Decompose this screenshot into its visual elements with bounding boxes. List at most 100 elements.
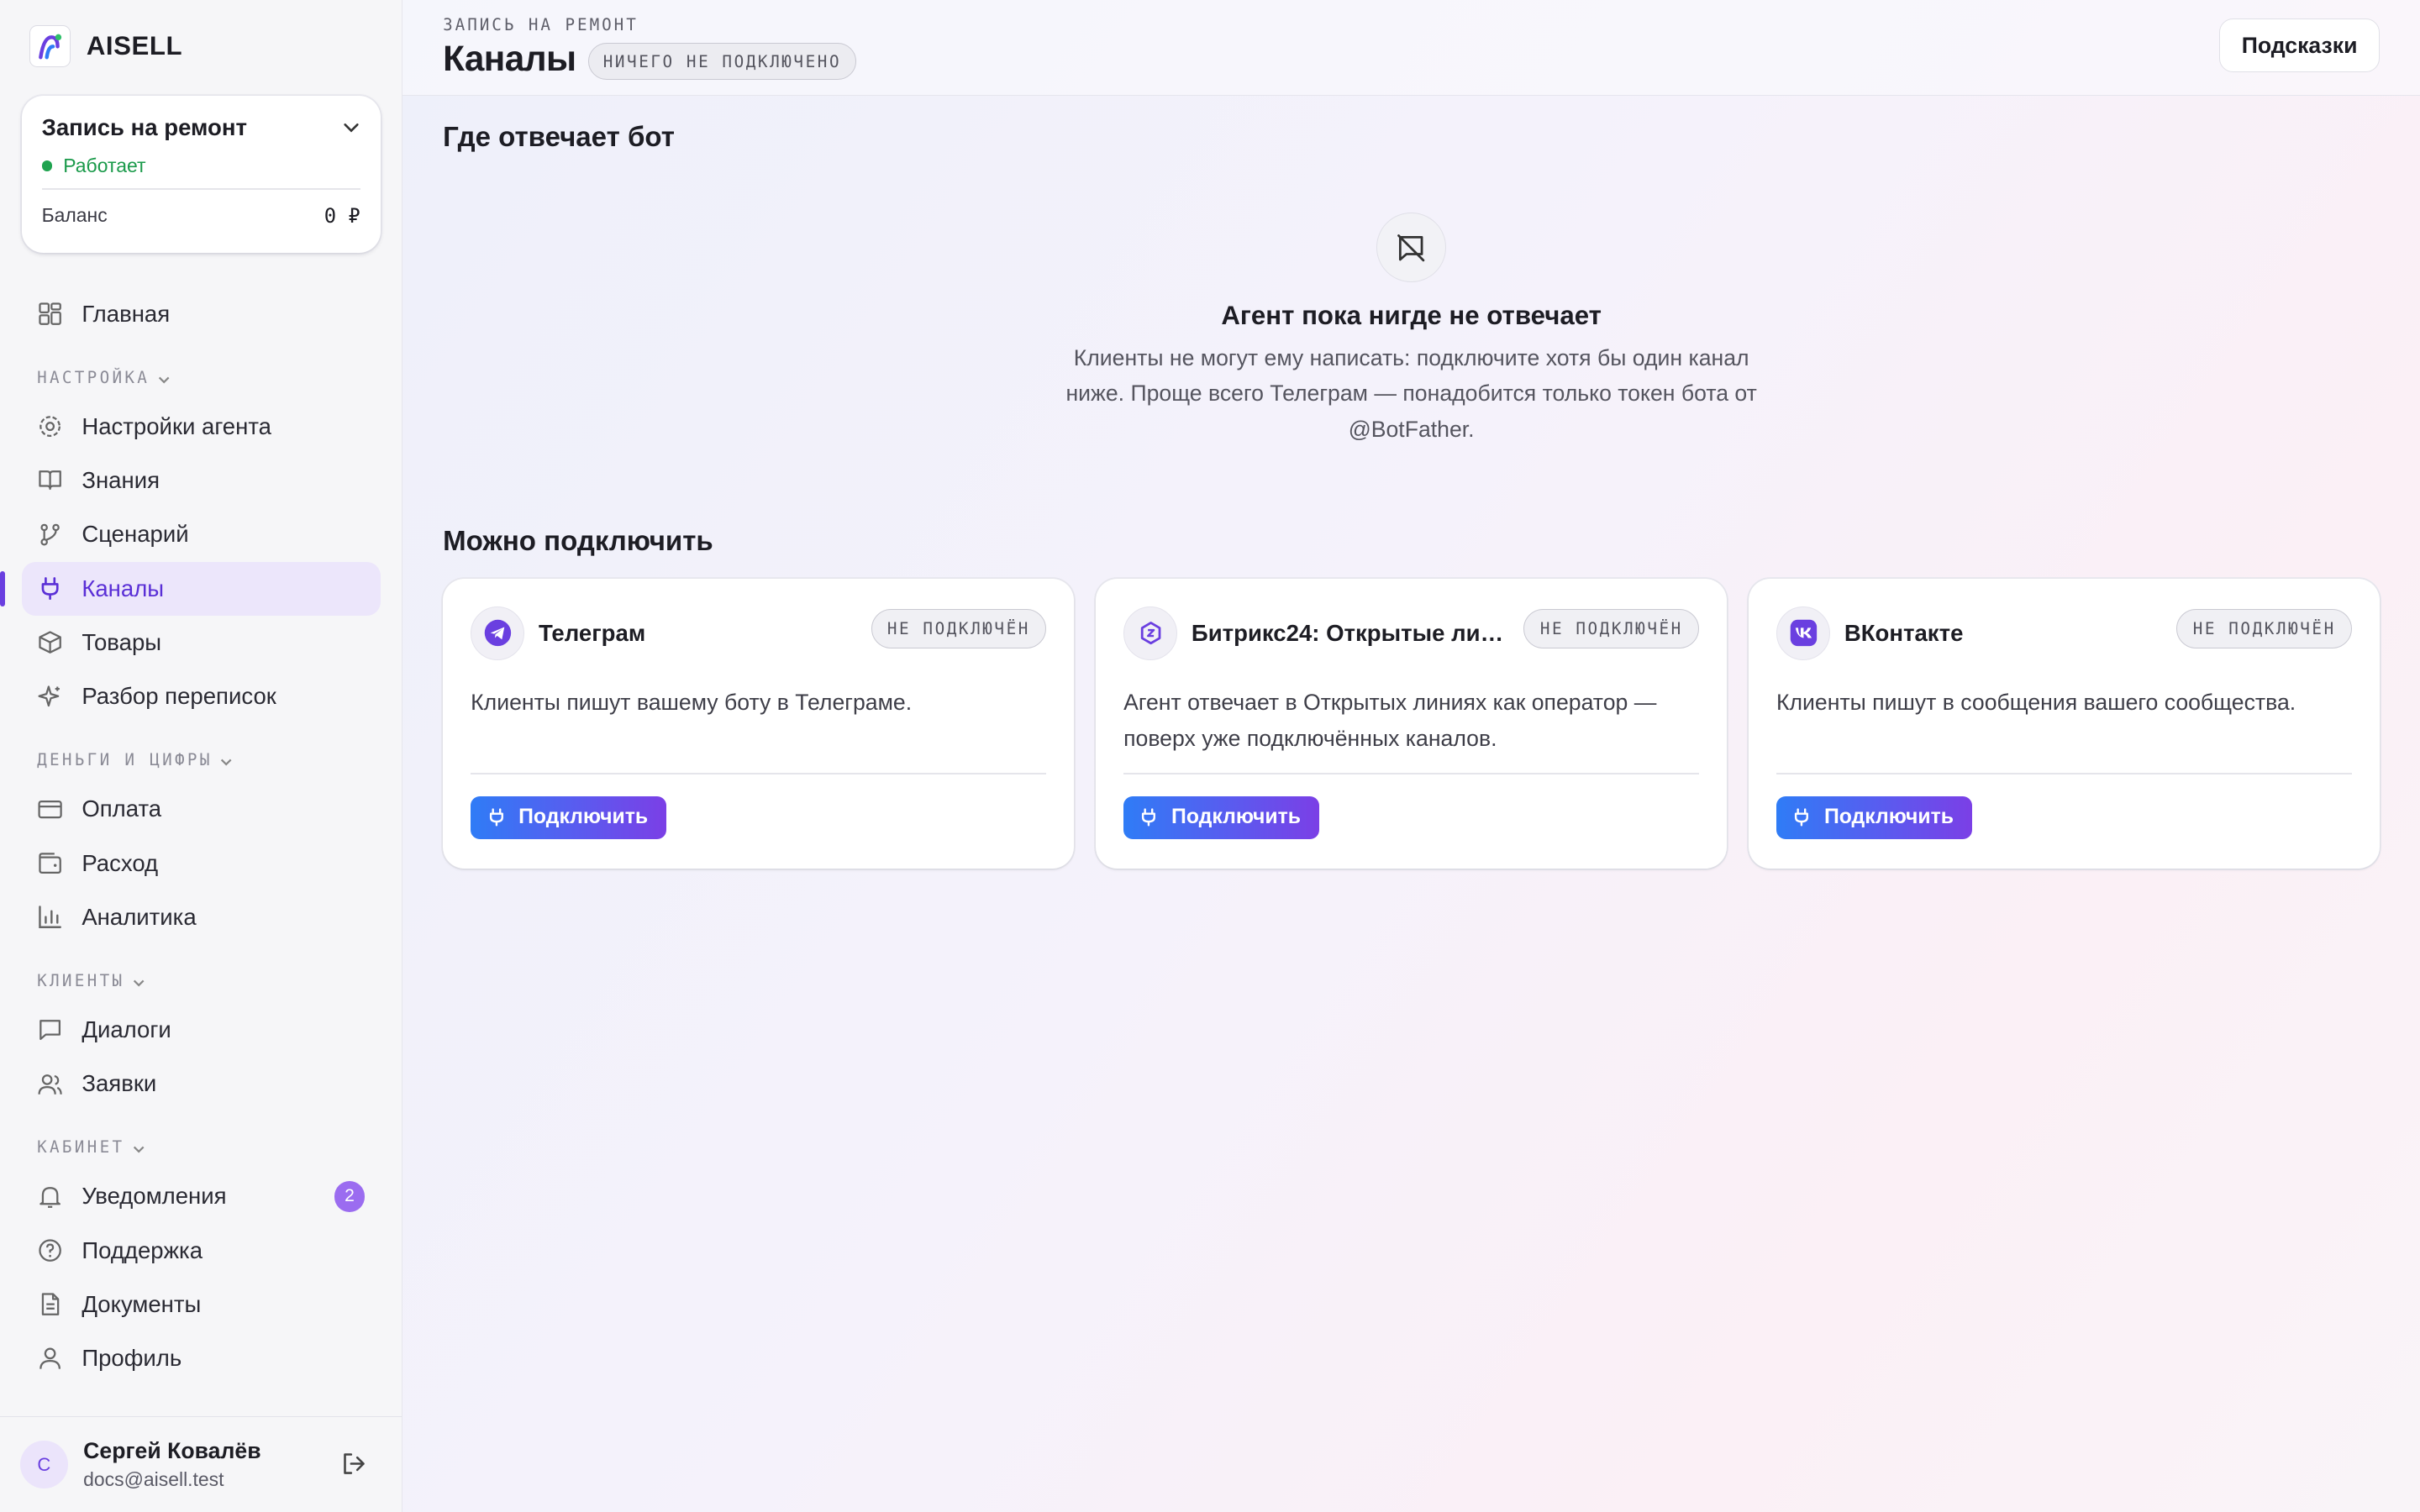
sidebar-item-products[interactable]: Товары (22, 616, 381, 669)
channel-name: ВКонтакте (1844, 619, 1964, 646)
sidebar-item-channels[interactable]: Каналы (0, 561, 381, 616)
connect-button-label: Подключить (518, 806, 649, 829)
sidebar-item-label: Товары (82, 628, 162, 655)
sidebar-item-label: Расход (82, 849, 159, 876)
chevron-down-icon (220, 759, 232, 766)
logout-icon[interactable] (340, 1450, 368, 1478)
channel-description: Агент отвечает в Открытых линиях как опе… (1123, 690, 1657, 751)
sidebar-item-profile[interactable]: Профиль (22, 1331, 381, 1385)
gear-icon (39, 416, 61, 438)
sidebar-item-payment[interactable]: Оплата (22, 782, 381, 836)
hints-button[interactable]: Подсказки (2218, 18, 2381, 73)
sidebar-item-label: Заявки (82, 1070, 157, 1097)
status-badge: НИЧЕГО НЕ ПОДКЛЮЧЕНО (588, 43, 856, 80)
message-off-icon (1376, 213, 1446, 283)
plug-icon (41, 577, 59, 601)
connect-button-label: Подключить (1171, 806, 1302, 829)
nav-section-label: КАБИНЕТ (37, 1137, 125, 1158)
title-row: Каналы НИЧЕГО НЕ ПОДКЛЮЧЕНО (443, 39, 856, 80)
channel-description: Клиенты пишут вашему боту в Телеграме. (471, 690, 913, 716)
chevron-down-icon (158, 376, 170, 384)
divider (1776, 773, 2353, 774)
sidebar-nav: Главная НАСТРОЙКА Настройки агента Знани… (0, 287, 402, 1386)
empty-state-title: Агент пока нигде не отвечает (1221, 301, 1602, 331)
git-branch-icon (40, 523, 60, 546)
page-header: ЗАПИСЬ НА РЕМОНТ Каналы НИЧЕГО НЕ ПОДКЛЮ… (402, 0, 2420, 96)
agent-selector[interactable]: Запись на ремонт Работает Баланс 0 ₽ (21, 95, 381, 254)
empty-state-text: Клиенты не могут ему написать: подключит… (1065, 345, 1757, 442)
sidebar-item-scenario[interactable]: Сценарий (22, 507, 381, 561)
channel-status-badge: НЕ ПОДКЛЮЧЁН (871, 608, 1047, 648)
sidebar-item-expense[interactable]: Расход (22, 836, 381, 890)
agent-status: Работает (41, 155, 360, 177)
sidebar-item-label: Разбор переписок (82, 683, 276, 710)
chevron-down-icon (133, 979, 145, 987)
vk-icon (1776, 606, 1831, 661)
sidebar-item-dialogs[interactable]: Диалоги (22, 1003, 381, 1057)
sidebar-item-documents[interactable]: Документы (22, 1278, 381, 1331)
bar-chart-icon (39, 906, 62, 929)
channel-name: Битрикс24: Открытые линии (1191, 619, 1512, 646)
brand[interactable]: AISELL (0, 0, 402, 92)
channel-name: Телеграм (538, 619, 646, 646)
sidebar-item-chat-review[interactable]: Разбор переписок (22, 669, 381, 723)
nav-section-money[interactable]: ДЕНЬГИ И ЦИФРЫ (22, 723, 381, 782)
main-content: ЗАПИСЬ НА РЕМОНТ Каналы НИЧЕГО НЕ ПОДКЛЮ… (402, 0, 2420, 1512)
channel-card-bitrix: Битрикс24: Открытые линии НЕ ПОДКЛЮЧЁН А… (1096, 578, 1728, 869)
sidebar-item-label: Диалоги (82, 1016, 171, 1042)
nav-section-account[interactable]: КАБИНЕТ (22, 1110, 381, 1169)
sidebar-item-support[interactable]: Поддержка (22, 1223, 381, 1277)
nav-section-setup[interactable]: НАСТРОЙКА (22, 341, 381, 400)
channel-status-badge: НЕ ПОДКЛЮЧЁН (1523, 608, 1700, 648)
nav-section-label: КЛИЕНТЫ (37, 971, 125, 991)
connect-button-label: Подключить (1823, 806, 1954, 829)
sidebar-item-label: Каналы (82, 575, 165, 601)
active-indicator (0, 570, 5, 606)
credit-card-icon (38, 800, 62, 818)
connect-telegram-button[interactable]: Подключить (471, 795, 667, 840)
agent-status-label: Работает (63, 155, 146, 177)
sidebar-item-label: Настройки агента (82, 412, 271, 439)
connect-bitrix-button[interactable]: Подключить (1123, 795, 1320, 840)
sidebar-item-knowledge[interactable]: Знания (22, 454, 381, 507)
sidebar-item-label: Знания (82, 467, 160, 494)
breadcrumb: ЗАПИСЬ НА РЕМОНТ (443, 15, 639, 35)
divider (471, 773, 1047, 774)
balance-row: Баланс 0 ₽ (42, 204, 360, 228)
plug-icon (1795, 808, 1809, 827)
sidebar-item-label: Аналитика (82, 903, 197, 930)
chevron-down-icon[interactable] (342, 118, 360, 137)
sidebar-item-label: Документы (82, 1290, 202, 1317)
sidebar-item-agent-settings[interactable]: Настройки агента (22, 400, 381, 454)
chevron-down-icon (133, 1146, 145, 1153)
status-dot-icon (41, 160, 53, 172)
connect-vk-button[interactable]: Подключить (1776, 795, 1972, 840)
section-heading-available: Можно подключить (443, 526, 713, 558)
file-text-icon (41, 1293, 60, 1316)
sidebar-item-label: Главная (82, 300, 171, 327)
nav-section-clients[interactable]: КЛИЕНТЫ (22, 944, 381, 1003)
telegram-icon (471, 606, 525, 661)
sidebar-item-requests[interactable]: Заявки (22, 1057, 381, 1110)
sidebar-item-analytics[interactable]: Аналитика (22, 890, 381, 944)
dashboard-icon (39, 302, 61, 326)
balance-label: Баланс (41, 203, 108, 226)
sidebar-item-notifications[interactable]: Уведомления 2 (22, 1169, 381, 1223)
notification-count-badge: 2 (334, 1180, 366, 1212)
channel-card-vk: ВКонтакте НЕ ПОДКЛЮЧЁН Клиенты пишут в с… (1748, 578, 2381, 869)
brand-name: AISELL (86, 31, 183, 61)
sidebar-item-label: Профиль (82, 1345, 182, 1372)
section-heading-where: Где отвечает бот (443, 122, 675, 154)
wallet-icon (39, 853, 61, 874)
sidebar-item-home[interactable]: Главная (22, 287, 381, 341)
bell-icon (39, 1186, 61, 1208)
plug-icon (489, 808, 503, 827)
nav-section-label: ДЕНЬГИ И ЦИФРЫ (37, 750, 213, 770)
channel-status-badge: НЕ ПОДКЛЮЧЁН (2176, 608, 2353, 648)
plug-icon (1142, 808, 1156, 827)
avatar[interactable]: С (19, 1441, 68, 1488)
divider (1123, 773, 1700, 774)
app-root: AISELL Запись на ремонт Работает Баланс … (0, 0, 2420, 1512)
channel-cards: Телеграм НЕ ПОДКЛЮЧЁН Клиенты пишут ваше… (443, 578, 2381, 869)
user-email: docs@aisell.test (83, 1468, 224, 1491)
